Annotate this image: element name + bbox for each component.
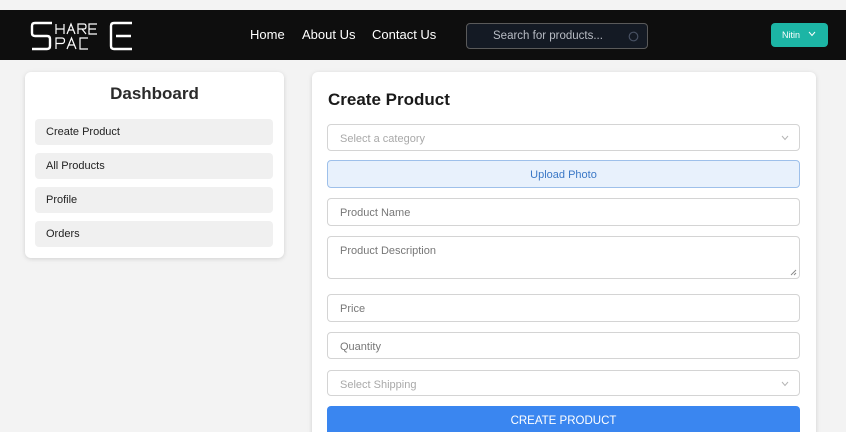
- price-field[interactable]: Price: [327, 294, 800, 322]
- quantity-field[interactable]: Quantity: [327, 332, 800, 359]
- share-space-logo[interactable]: [30, 21, 140, 51]
- upload-photo-button[interactable]: Upload Photo: [327, 160, 800, 188]
- create-product-panel: Create Product Select a category Upload …: [312, 72, 816, 432]
- create-product-button[interactable]: CREATE PRODUCT: [327, 406, 800, 432]
- user-name: Nitin: [782, 30, 801, 40]
- category-select[interactable]: Select a category: [327, 124, 800, 151]
- search-placeholder: Search for products...: [493, 30, 603, 42]
- chevron-down-icon: [781, 381, 789, 387]
- resize-handle-icon[interactable]: [790, 269, 797, 276]
- product-name-field[interactable]: Product Name: [327, 198, 800, 226]
- chevron-down-icon: [781, 135, 789, 141]
- page-title: Create Product: [328, 90, 450, 109]
- price-placeholder: Price: [340, 303, 366, 315]
- sidebar-item-profile[interactable]: Profile: [35, 187, 273, 213]
- product-description-placeholder: Product Description: [340, 245, 436, 257]
- user-menu-button[interactable]: Nitin: [771, 23, 828, 47]
- shipping-select[interactable]: Select Shipping: [327, 370, 800, 396]
- nav-contact-link[interactable]: Contact Us: [372, 27, 436, 42]
- category-placeholder: Select a category: [340, 133, 425, 145]
- top-strip: [0, 0, 846, 10]
- navbar: Home About Us Contact Us Search for prod…: [0, 10, 846, 60]
- product-description-field[interactable]: Product Description: [327, 236, 800, 279]
- dashboard-sidebar: Dashboard Create Product All Products Pr…: [25, 72, 284, 258]
- chevron-down-icon: [808, 31, 816, 37]
- product-name-placeholder: Product Name: [340, 207, 411, 219]
- sidebar-title: Dashboard: [110, 84, 199, 103]
- sidebar-item-all-products[interactable]: All Products: [35, 153, 273, 179]
- search-input[interactable]: Search for products...: [466, 23, 648, 49]
- nav-about-link[interactable]: About Us: [302, 27, 355, 42]
- shipping-placeholder: Select Shipping: [340, 379, 417, 391]
- sidebar-item-create-product[interactable]: Create Product: [35, 119, 273, 145]
- sidebar-item-orders[interactable]: Orders: [35, 221, 273, 247]
- quantity-placeholder: Quantity: [340, 341, 381, 353]
- search-icon[interactable]: [628, 31, 639, 42]
- nav-home-link[interactable]: Home: [250, 27, 285, 42]
